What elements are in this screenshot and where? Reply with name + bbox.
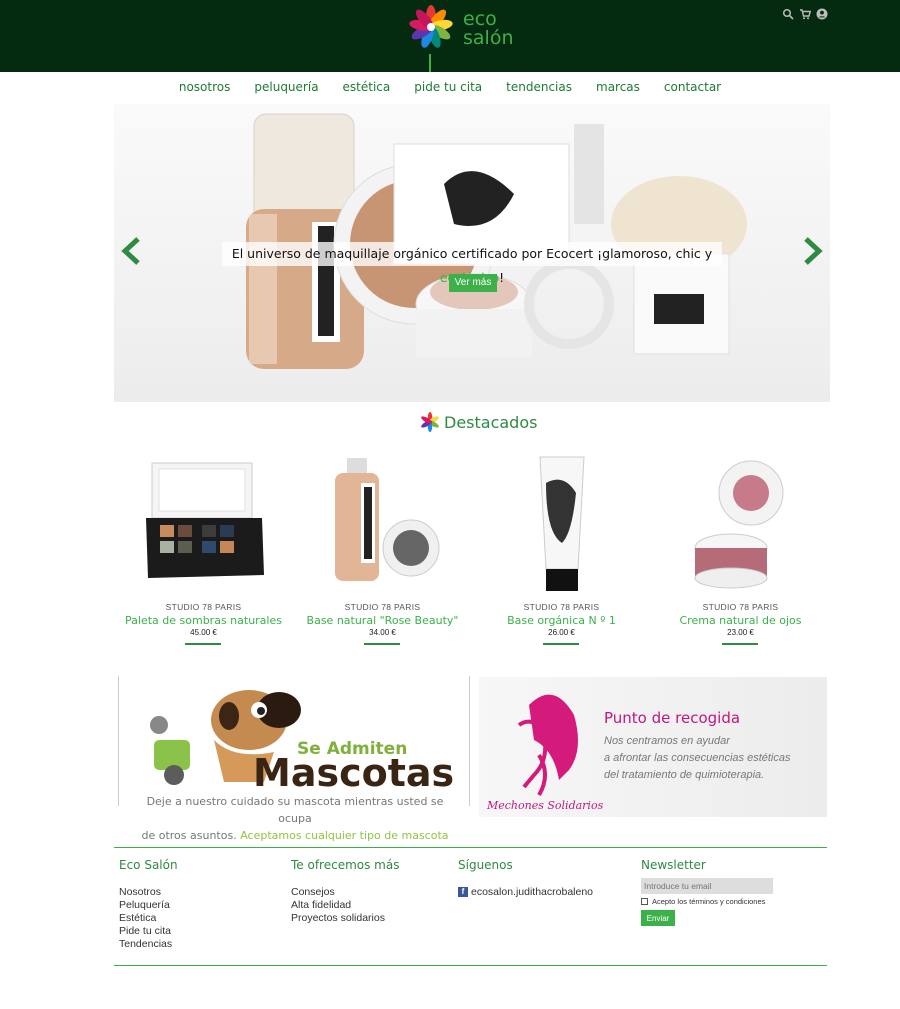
pets-caption: Deje a nuestro cuidado su mascota mientr… — [130, 793, 460, 844]
newsletter-email-input[interactable] — [641, 878, 773, 894]
pickup-title: Punto de recogida — [604, 709, 741, 727]
hero-slider: El universo de maquillaje orgánico certi… — [114, 104, 830, 402]
slider-next-arrow-icon[interactable] — [802, 236, 824, 266]
product-price: 26.00 € — [548, 628, 575, 637]
pets-caption-line1: Deje a nuestro cuidado su mascota mientr… — [146, 795, 444, 825]
product-name[interactable]: Paleta de sombras naturales — [114, 614, 293, 627]
product-name[interactable]: Base orgánica N º 1 — [472, 614, 651, 627]
footer-col-title: Síguenos — [458, 858, 513, 872]
product-price: 45.00 € — [190, 628, 217, 637]
hero-caption: El universo de maquillaje orgánico certi… — [222, 242, 722, 285]
terms-checkbox[interactable] — [641, 898, 648, 905]
pickup-text: Nos centramos en ayudar a afrontar las c… — [604, 733, 791, 784]
hero-caption-end: ! — [499, 270, 505, 285]
logo[interactable]: eco salón — [408, 4, 528, 52]
header-bar: eco salón — [0, 0, 900, 72]
user-icon[interactable] — [816, 7, 828, 20]
pets-caption-link[interactable]: Aceptamos cualquier tipo de mascota — [240, 829, 448, 842]
footer-col-title: Eco Salón — [119, 858, 178, 872]
product-name[interactable]: Base natural "Rose Beauty" — [293, 614, 472, 627]
nav-estetica[interactable]: estética — [331, 72, 403, 104]
pets-promo[interactable]: Se Admiten Mascotas — [118, 676, 470, 806]
slider-prev-arrow-icon[interactable] — [120, 236, 142, 266]
product-image — [694, 460, 784, 589]
nav-peluqueria[interactable]: peluquería — [242, 72, 330, 104]
product-card[interactable]: STUDIO 78 PARIS Paleta de sombras natura… — [114, 448, 293, 658]
footer-col-title: Te ofrecemos más — [291, 858, 400, 872]
logo-text: eco salón — [463, 10, 514, 48]
footer-col-newsletter: Newsletter Acepto los términos y condici… — [641, 858, 773, 926]
pickup-line2: a afrontar las consecuencias estéticas — [604, 752, 791, 764]
pets-caption-line2: de otros asuntos. — [141, 829, 241, 842]
header-icons — [782, 7, 828, 20]
newsletter-submit-button[interactable]: Enviar — [641, 910, 675, 926]
product-card[interactable]: STUDIO 78 PARIS Base natural "Rose Beaut… — [293, 448, 472, 658]
search-icon[interactable] — [782, 7, 794, 20]
footer-link-estetica[interactable]: Estética — [119, 912, 178, 925]
product-price: 23.00 € — [727, 628, 754, 637]
nav-nosotros[interactable]: nosotros — [167, 72, 243, 104]
pets-line2: Mascotas — [253, 751, 454, 795]
main-nav: nosotros peluquería estética pide tu cit… — [0, 72, 900, 104]
footer-col-ofrecemos: Te ofrecemos más Consejos Alta fidelidad… — [291, 858, 399, 925]
footer-top-divider — [114, 847, 827, 848]
footer-bottom-divider — [114, 965, 827, 966]
footer-col-title: Newsletter — [641, 858, 706, 872]
facebook-handle: ecosalon.judithacrobaleno — [471, 886, 594, 898]
footer-link-pide-tu-cita[interactable]: Pide tu cita — [119, 925, 178, 938]
woman-scarf-illustration-icon — [517, 694, 578, 797]
flower-icon — [421, 412, 439, 432]
pickup-promo[interactable]: Punto de recogida Nos centramos en ayuda… — [479, 677, 827, 817]
featured-title: Destacados — [444, 412, 538, 432]
pickup-line3: del tratamiento de quimioterapia. — [604, 769, 765, 781]
product-image — [335, 458, 440, 581]
product-underline — [185, 643, 221, 645]
featured-products: STUDIO 78 PARIS Paleta de sombras natura… — [114, 448, 830, 658]
product-underline — [722, 643, 758, 645]
hero-caption-text: El universo de maquillaje orgánico certi… — [231, 246, 713, 261]
product-underline — [364, 643, 400, 645]
product-card[interactable]: STUDIO 78 PARIS Crema natural de ojos 23… — [651, 448, 830, 658]
logo-divider — [429, 54, 431, 72]
footer-link-tendencias[interactable]: Tendencias — [119, 938, 178, 951]
hero-ver-mas-button[interactable]: Ver más — [449, 274, 497, 292]
pickup-script-logo: Mechones Solidarios — [487, 799, 604, 812]
product-brand: STUDIO 78 PARIS — [344, 602, 421, 612]
facebook-link[interactable]: f ecosalon.judithacrobaleno — [458, 886, 593, 898]
cart-icon[interactable] — [799, 7, 812, 20]
dog-illustration-icon: Se Admiten Mascotas — [150, 690, 454, 795]
terms-checkbox-row[interactable]: Acepto los términos y condiciones — [641, 897, 773, 906]
featured-heading: Destacados — [420, 412, 537, 432]
footer-link-proyectos-solidarios[interactable]: Proyectos solidarios — [291, 912, 399, 925]
pickup-line1: Nos centramos en ayudar — [604, 735, 730, 747]
footer-link-alta-fidelidad[interactable]: Alta fidelidad — [291, 899, 399, 912]
footer-link-consejos[interactable]: Consejos — [291, 886, 399, 899]
footer-link-nosotros[interactable]: Nosotros — [119, 886, 178, 899]
product-underline — [543, 643, 579, 645]
product-image — [146, 462, 264, 578]
footer-col-siguenos: Síguenos f ecosalon.judithacrobaleno — [458, 858, 593, 898]
footer-link-peluqueria[interactable]: Peluquería — [119, 899, 178, 912]
product-name[interactable]: Crema natural de ojos — [651, 614, 830, 627]
footer-col-eco-salon: Eco Salón Nosotros Peluquería Estética P… — [119, 858, 178, 951]
flower-logo-icon — [409, 5, 453, 48]
nav-tendencias[interactable]: tendencias — [494, 72, 584, 104]
terms-label: Acepto los términos y condiciones — [652, 897, 766, 906]
product-card[interactable]: STUDIO 78 PARIS Base orgánica N º 1 26.0… — [472, 448, 651, 658]
product-price: 34.00 € — [369, 628, 396, 637]
product-brand: STUDIO 78 PARIS — [702, 602, 779, 612]
logo-line2: salón — [463, 27, 514, 49]
nav-pide-tu-cita[interactable]: pide tu cita — [402, 72, 494, 104]
nav-contactar[interactable]: contactar — [652, 72, 733, 104]
product-brand: STUDIO 78 PARIS — [165, 602, 242, 612]
product-image — [539, 456, 585, 591]
facebook-icon: f — [458, 887, 468, 897]
nav-marcas[interactable]: marcas — [584, 72, 652, 104]
product-brand: STUDIO 78 PARIS — [523, 602, 600, 612]
